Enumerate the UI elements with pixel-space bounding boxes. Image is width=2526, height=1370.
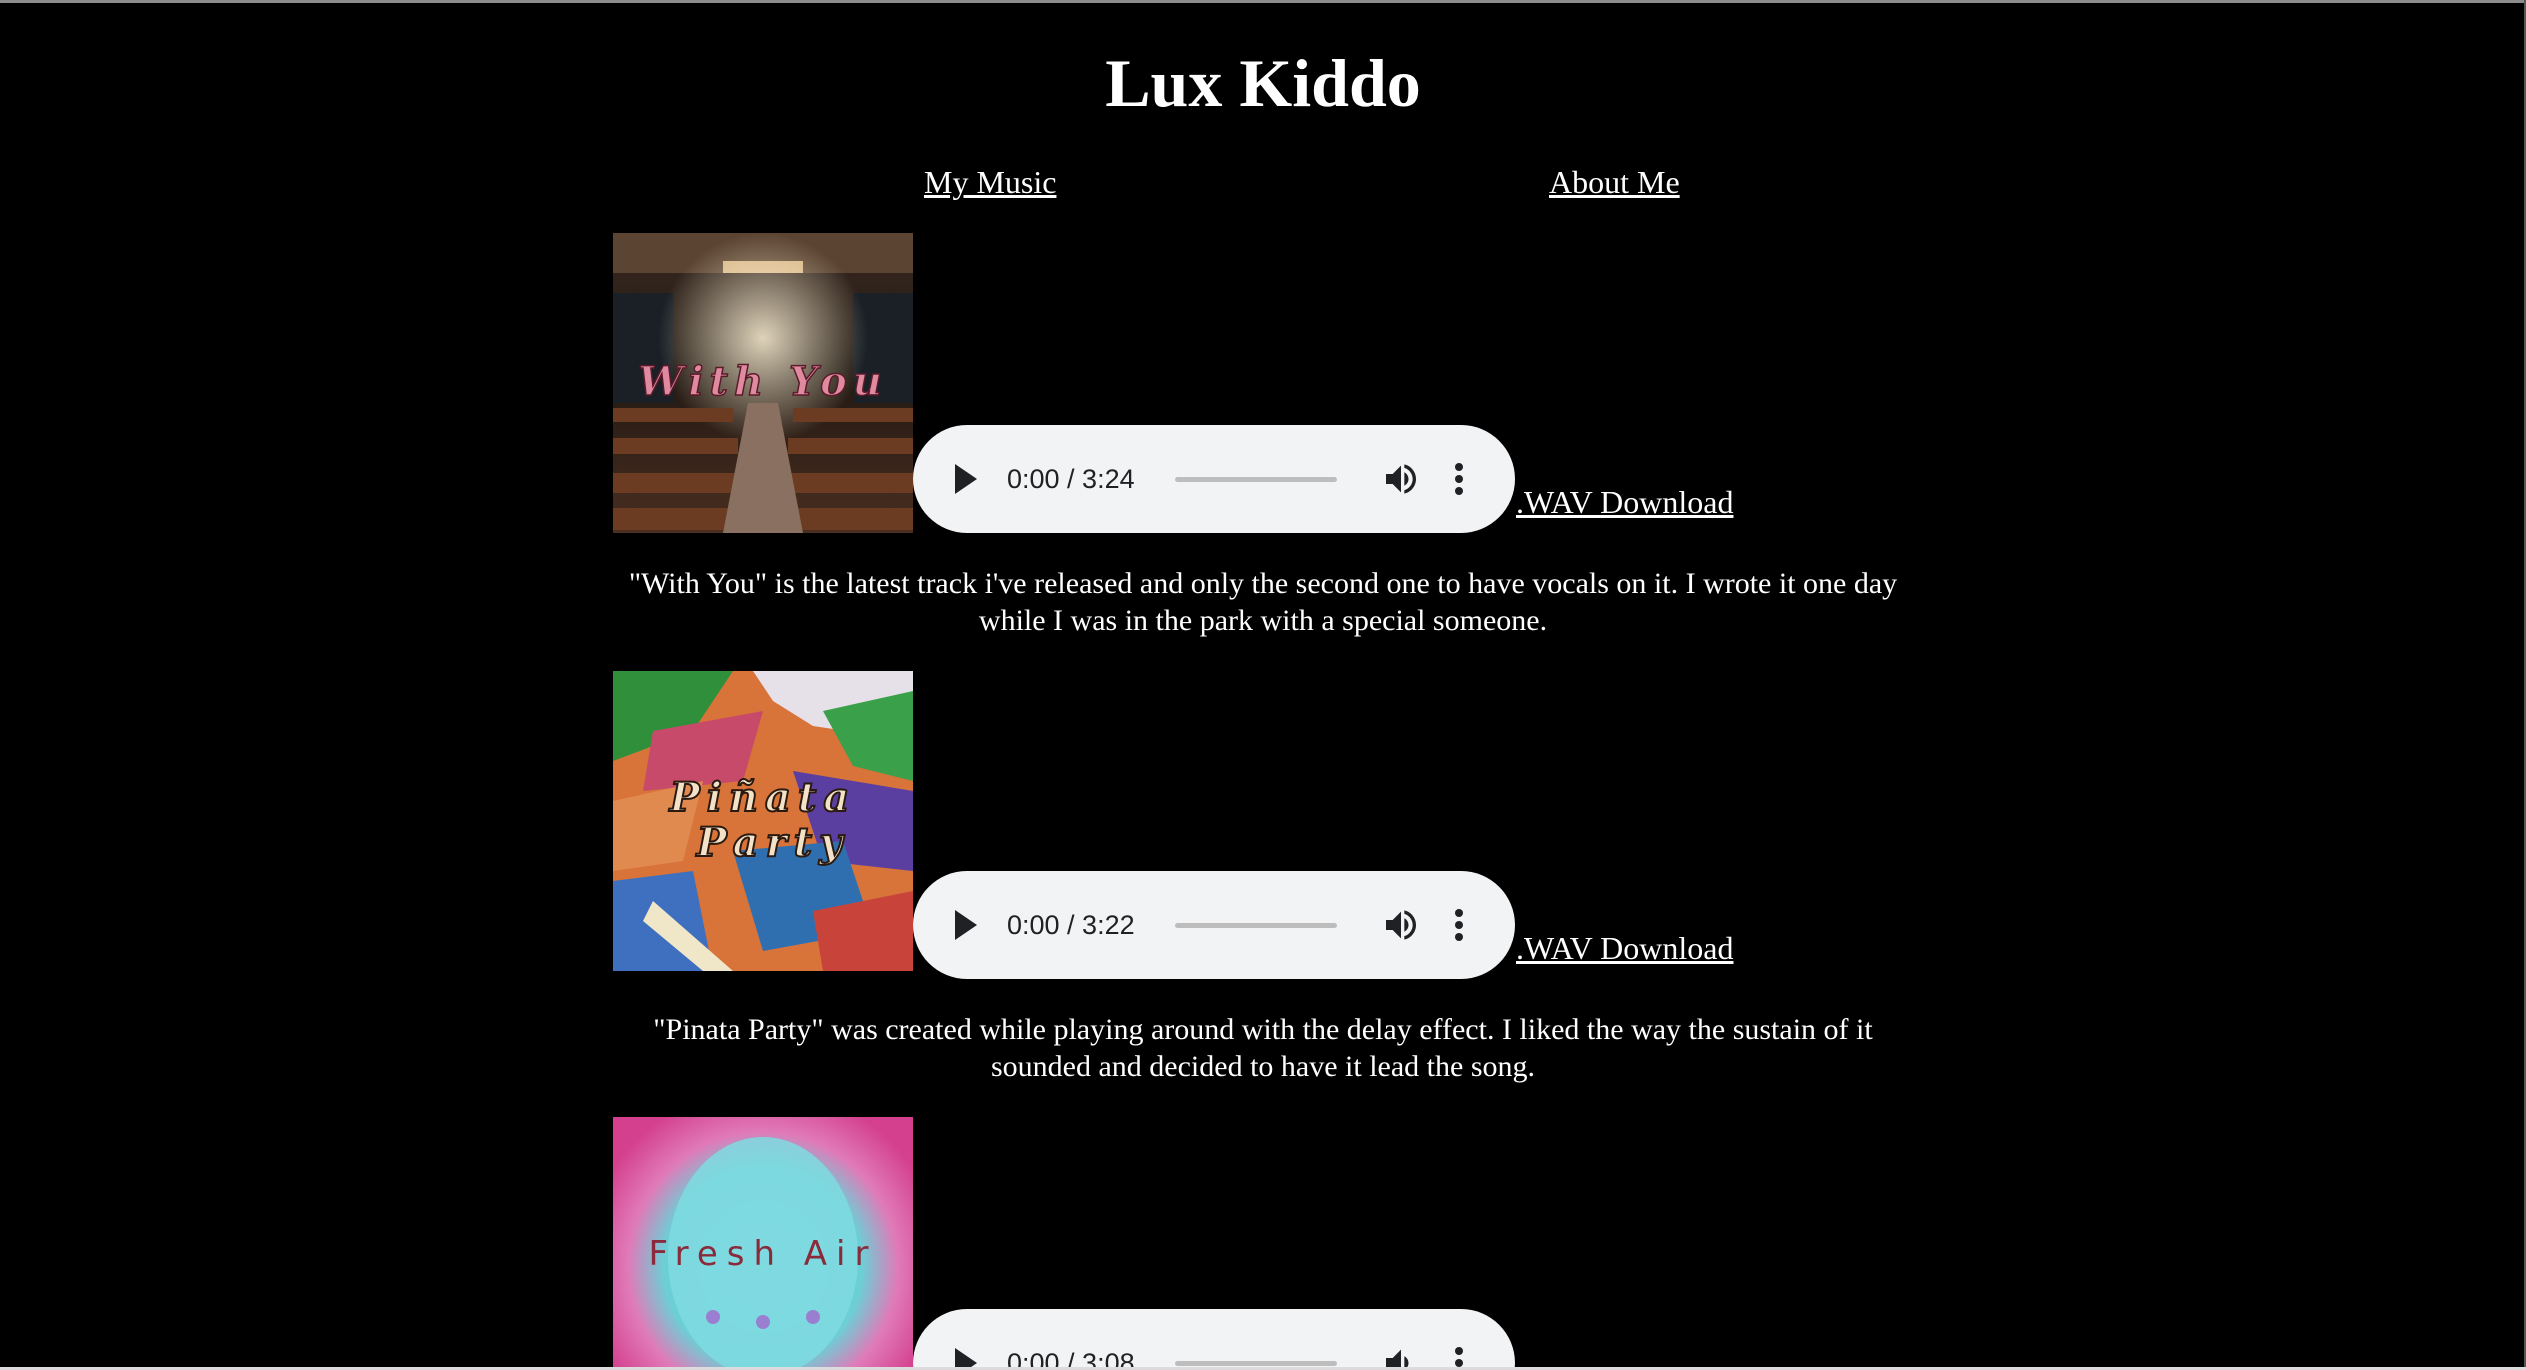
more-options-icon[interactable]	[1453, 1343, 1465, 1370]
audio-player-fresh-air[interactable]: 0:00 / 3:08	[913, 1309, 1515, 1370]
window-top-border	[0, 0, 2526, 3]
audio-seek-bar[interactable]	[1175, 923, 1337, 928]
track-description-pinata-party: "Pinata Party" was created while playing…	[653, 1013, 1873, 1083]
cover-title-with-you: With You	[638, 358, 888, 405]
cover-title-fresh-air: Fresh Air	[649, 1234, 878, 1274]
page-title: Lux Kiddo	[1105, 45, 1421, 121]
album-cover-fresh-air: Fresh Air	[613, 1117, 913, 1367]
audio-player-pinata-party[interactable]: 0:00 / 3:22	[913, 871, 1515, 979]
more-options-icon[interactable]	[1453, 459, 1465, 499]
volume-icon[interactable]	[1381, 459, 1421, 499]
play-icon[interactable]	[955, 464, 977, 494]
track-description-with-you: "With You" is the latest track i've rele…	[628, 567, 1898, 637]
audio-seek-bar[interactable]	[1175, 1361, 1337, 1366]
volume-icon[interactable]	[1381, 905, 1421, 945]
album-cover-pinata-party: Piñata Party	[613, 671, 913, 971]
audio-player-with-you[interactable]: 0:00 / 3:24	[913, 425, 1515, 533]
wav-download-link-pinata-party[interactable]: .WAV Download	[1516, 928, 1733, 968]
audio-seek-bar[interactable]	[1175, 477, 1337, 482]
nav-link-my-music[interactable]: My Music	[924, 162, 1056, 202]
audio-time: 0:00 / 3:24	[1007, 464, 1135, 494]
volume-icon[interactable]	[1381, 1343, 1421, 1370]
more-options-icon[interactable]	[1453, 905, 1465, 945]
play-icon[interactable]	[955, 910, 977, 940]
audio-time: 0:00 / 3:22	[1007, 910, 1135, 940]
nav-link-about-me[interactable]: About Me	[1549, 162, 1680, 202]
cover-title-pinata-line1: Piñata	[669, 774, 857, 821]
wav-download-link-with-you[interactable]: .WAV Download	[1516, 482, 1733, 522]
album-cover-with-you: With You	[613, 233, 913, 533]
cover-title-pinata-line2: Party	[696, 819, 850, 866]
